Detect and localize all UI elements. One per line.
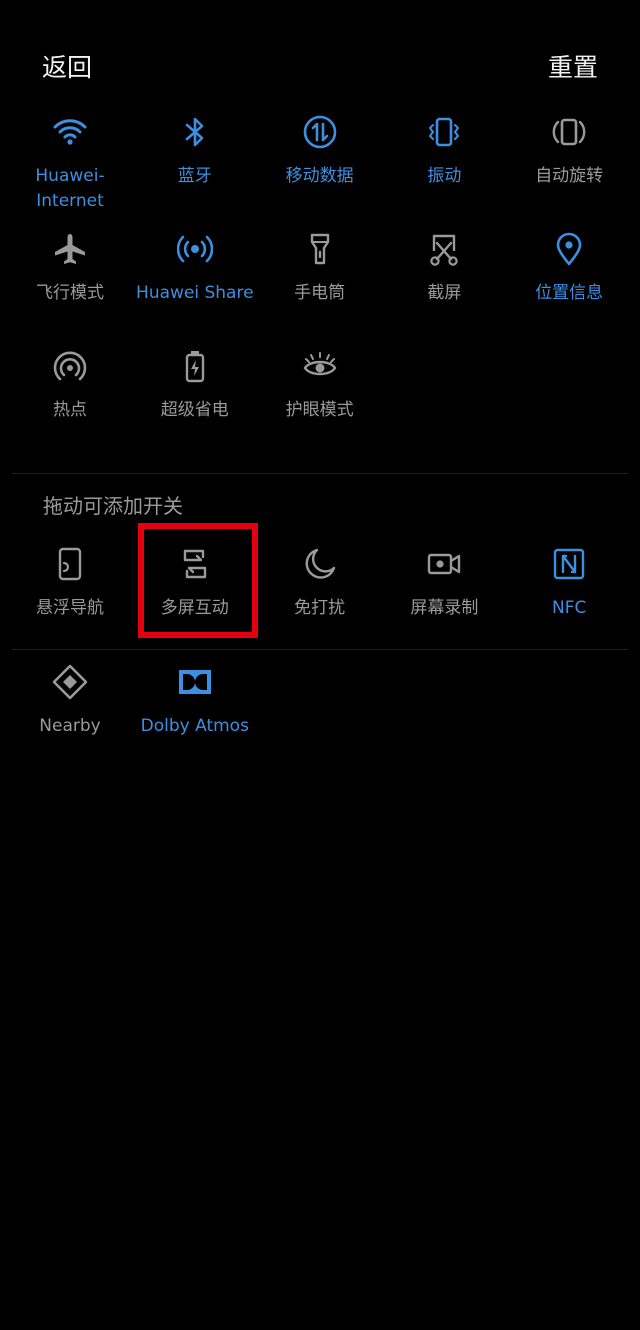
tile-label: Nearby bbox=[39, 716, 101, 736]
tile-vibrate[interactable]: 振动 bbox=[382, 114, 506, 224]
multi-screen-icon bbox=[177, 546, 213, 582]
tile-huawei-share[interactable]: Huawei Share bbox=[133, 231, 257, 341]
divider bbox=[12, 649, 628, 650]
tile-auto-rotate[interactable]: 自动旋转 bbox=[507, 114, 631, 224]
auto-rotate-icon bbox=[551, 114, 587, 150]
drag-hint-label: 拖动可添加开关 bbox=[43, 494, 183, 518]
active-switches-grid: Huawei- Internet 蓝牙 移动数据 振动 自动旋转飞行模式 Huawei Sh… bbox=[8, 114, 632, 444]
tile-screen-record[interactable]: 屏幕录制 bbox=[382, 546, 506, 656]
eye-comfort-icon bbox=[302, 348, 338, 384]
tile-nfc[interactable]: NFC bbox=[507, 546, 631, 656]
tile-label: 截屏 bbox=[427, 283, 462, 303]
tile-label: 手电筒 bbox=[294, 283, 346, 303]
tile-bluetooth[interactable]: 蓝牙 bbox=[133, 114, 257, 224]
tile-flashlight[interactable]: 手电筒 bbox=[258, 231, 382, 341]
reset-button[interactable]: 重置 bbox=[548, 48, 598, 84]
screen-record-icon bbox=[426, 546, 462, 582]
tile-mobile-data[interactable]: 移动数据 bbox=[258, 114, 382, 224]
moon-icon bbox=[302, 546, 338, 582]
hotspot-icon bbox=[52, 348, 88, 384]
tile-label: 热点 bbox=[53, 400, 87, 420]
power-saver-icon bbox=[177, 348, 213, 384]
tile-power-saver[interactable]: 超级省电 bbox=[133, 348, 257, 458]
screenshot-icon bbox=[426, 231, 462, 267]
tile-label: 悬浮导航 bbox=[36, 598, 104, 618]
tile-label: 蓝牙 bbox=[177, 166, 212, 186]
available-switches-grid: 悬浮导航 多屏互动 免打扰 屏幕录制 NFC Nearby Dolby Atmos bbox=[8, 546, 632, 746]
back-button[interactable]: 返回 bbox=[42, 48, 92, 84]
tile-hotspot[interactable]: 热点 bbox=[8, 348, 132, 458]
tile-label: 自动旋转 bbox=[535, 166, 604, 186]
dolby-icon bbox=[177, 664, 213, 700]
tile-label: Dolby Atmos bbox=[140, 716, 249, 736]
tile-nearby[interactable]: Nearby bbox=[8, 664, 132, 774]
tile-airplane[interactable]: 飞行模式 bbox=[8, 231, 132, 341]
tile-multi-screen[interactable]: 多屏互动 bbox=[133, 546, 257, 656]
nfc-icon bbox=[551, 546, 587, 582]
tile-dolby[interactable]: Dolby Atmos bbox=[133, 664, 257, 774]
tile-label: 免打扰 bbox=[294, 598, 346, 618]
tile-label: 超级省电 bbox=[160, 400, 229, 420]
huawei-share-icon bbox=[176, 231, 214, 267]
tile-floating-nav[interactable]: 悬浮导航 bbox=[8, 546, 132, 656]
tile-screenshot[interactable]: 截屏 bbox=[382, 231, 506, 341]
tile-label: 屏幕录制 bbox=[410, 598, 479, 618]
tile-label: 振动 bbox=[427, 166, 462, 186]
tile-label: Huawei- Internet bbox=[35, 166, 105, 211]
tile-label: 护眼模式 bbox=[285, 400, 354, 420]
tile-eye-comfort[interactable]: 护眼模式 bbox=[258, 348, 382, 458]
bluetooth-icon bbox=[177, 114, 213, 150]
tile-label: Huawei Share bbox=[136, 283, 254, 303]
location-icon bbox=[551, 231, 587, 267]
divider bbox=[12, 473, 628, 474]
nearby-icon bbox=[52, 664, 88, 700]
vibrate-icon bbox=[426, 114, 462, 150]
tile-label: 移动数据 bbox=[285, 166, 354, 186]
tile-wifi[interactable]: Huawei- Internet bbox=[8, 114, 132, 224]
tile-label: 飞行模式 bbox=[36, 283, 104, 303]
wifi-icon bbox=[52, 114, 88, 150]
tile-label: 多屏互动 bbox=[160, 598, 229, 618]
top-bar: 返回 重置 bbox=[0, 0, 640, 130]
tile-label: 位置信息 bbox=[535, 283, 604, 303]
floating-nav-icon bbox=[52, 546, 88, 582]
mobile-data-icon bbox=[302, 114, 338, 150]
tile-label: NFC bbox=[552, 598, 587, 618]
airplane-icon bbox=[52, 231, 88, 267]
tile-location[interactable]: 位置信息 bbox=[507, 231, 631, 341]
flashlight-icon bbox=[302, 231, 338, 267]
tile-moon[interactable]: 免打扰 bbox=[258, 546, 382, 656]
